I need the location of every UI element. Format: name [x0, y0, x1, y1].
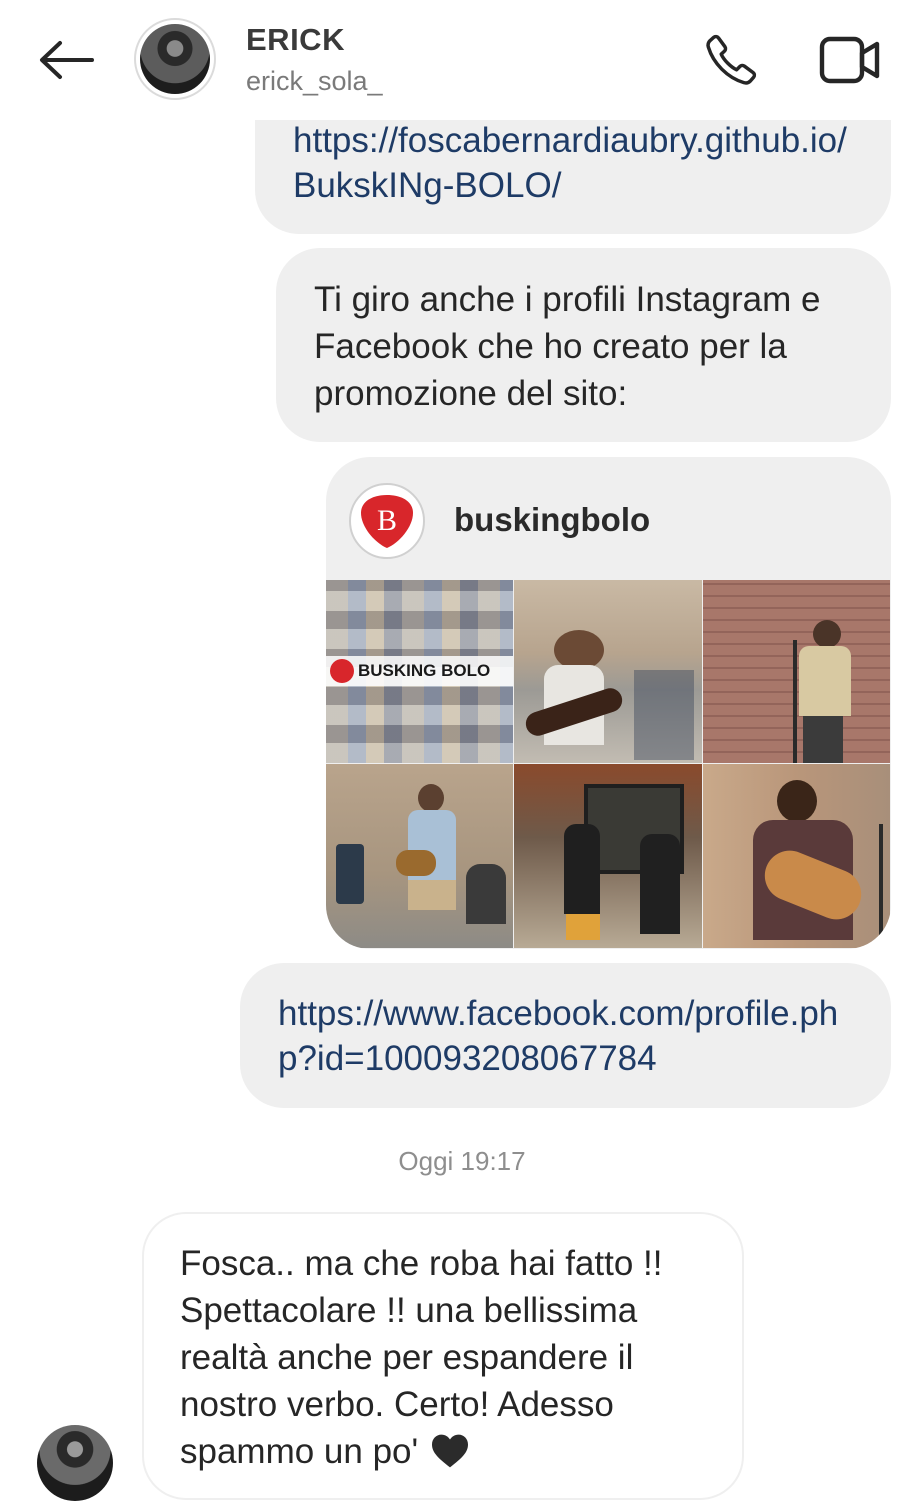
shared-profile-card[interactable]: B buskingbolo BUSKING BOLO — [326, 457, 891, 949]
back-button[interactable] — [36, 34, 96, 86]
video-call-button[interactable] — [815, 30, 885, 90]
avatar-photo — [140, 24, 210, 94]
message-text: Ti giro anche i profili Instagram e Face… — [314, 280, 821, 413]
post-thumbnail[interactable] — [514, 580, 703, 764]
chat-header: ERICK erick_sola_ — [0, 0, 924, 120]
contact-name[interactable]: ERICK — [246, 22, 345, 58]
message-link[interactable]: https://foscabernardiaubry.github.io/Buk… — [293, 118, 861, 208]
post-thumbnail[interactable]: BUSKING BOLO — [326, 580, 514, 764]
message-bubble-link[interactable]: https://www.facebook.com/profile.php?id=… — [240, 963, 891, 1108]
arrow-left-icon — [40, 41, 94, 79]
shared-profile-header[interactable]: B buskingbolo — [326, 457, 891, 580]
banner-text: BUSKING BOLO — [358, 661, 491, 680]
message-bubble[interactable]: Ti giro anche i profili Instagram e Face… — [276, 248, 891, 442]
message-bubble-link[interactable]: https://foscabernardiaubry.github.io/Buk… — [255, 110, 891, 234]
post-thumbnail[interactable] — [326, 764, 514, 949]
black-heart-icon — [431, 1434, 468, 1468]
video-camera-icon — [819, 36, 880, 84]
profile-logo: B — [349, 483, 425, 559]
incoming-message-text: Fosca.. ma che roba hai fatto !! Spettac… — [180, 1244, 663, 1471]
contact-handle[interactable]: erick_sola_ — [246, 66, 383, 97]
post-thumbnail[interactable] — [703, 764, 891, 949]
profile-post-grid: BUSKING BOLO — [326, 580, 891, 949]
post-thumbnail[interactable] — [514, 764, 703, 949]
post-thumbnail[interactable] — [703, 580, 891, 764]
contact-avatar[interactable] — [134, 18, 216, 100]
phone-icon — [706, 34, 757, 85]
profile-account-name: buskingbolo — [454, 501, 651, 538]
message-link[interactable]: https://www.facebook.com/profile.php?id=… — [278, 991, 861, 1081]
call-button[interactable] — [700, 30, 762, 90]
logo-letter: B — [377, 504, 397, 537]
message-timestamp: Oggi 19:17 — [398, 1146, 526, 1176]
incoming-message-bubble[interactable]: Fosca.. ma che roba hai fatto !! Spettac… — [142, 1212, 744, 1500]
sender-avatar[interactable] — [37, 1425, 113, 1501]
